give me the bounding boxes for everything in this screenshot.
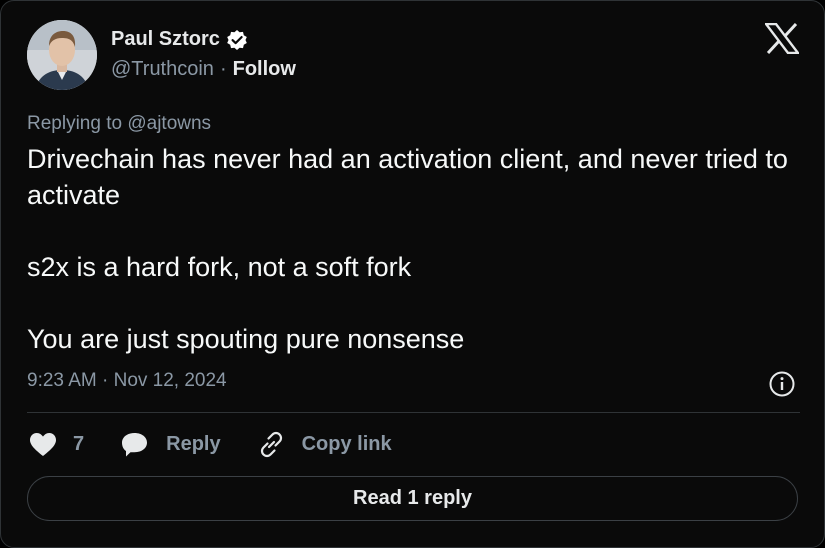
like-button[interactable]: 7 (29, 432, 84, 458)
replying-to-mention[interactable]: @ajtowns (127, 113, 211, 134)
read-replies-button[interactable]: Read 1 reply (27, 476, 798, 521)
tweet-text: Drivechain has never had an activation c… (27, 144, 788, 354)
tweet-timestamp[interactable]: 9:23 AM · Nov 12, 2024 (27, 370, 227, 392)
author-handle-row: @Truthcoin · Follow (111, 58, 296, 81)
tweet-card: Paul Sztorc @Truthcoin · Follow Replying… (0, 0, 825, 548)
copy-link-button[interactable]: Copy link (258, 431, 392, 458)
copy-link-label: Copy link (301, 433, 392, 455)
x-logo-icon[interactable] (763, 22, 801, 55)
link-icon (260, 431, 282, 458)
avatar-image (27, 20, 97, 90)
author-avatar[interactable] (27, 20, 97, 90)
info-icon[interactable] (768, 370, 796, 398)
replying-to-prefix: Replying to (27, 113, 123, 134)
handle-separator: · (219, 58, 227, 80)
action-bar: 7 Reply Copy link (29, 431, 392, 458)
divider (27, 412, 800, 413)
replying-to-line: Replying to @ajtowns (27, 113, 211, 135)
reply-button[interactable]: Reply (120, 431, 221, 458)
follow-button[interactable]: Follow (233, 58, 296, 81)
reply-label: Reply (166, 433, 221, 455)
verified-badge-icon (226, 29, 248, 51)
heart-icon (30, 432, 56, 456)
author-handle[interactable]: @Truthcoin (111, 58, 214, 81)
reply-bubble-icon (122, 433, 148, 457)
like-count: 7 (73, 433, 85, 455)
author-name-row: Paul Sztorc (111, 28, 248, 51)
author-name[interactable]: Paul Sztorc (111, 28, 220, 51)
